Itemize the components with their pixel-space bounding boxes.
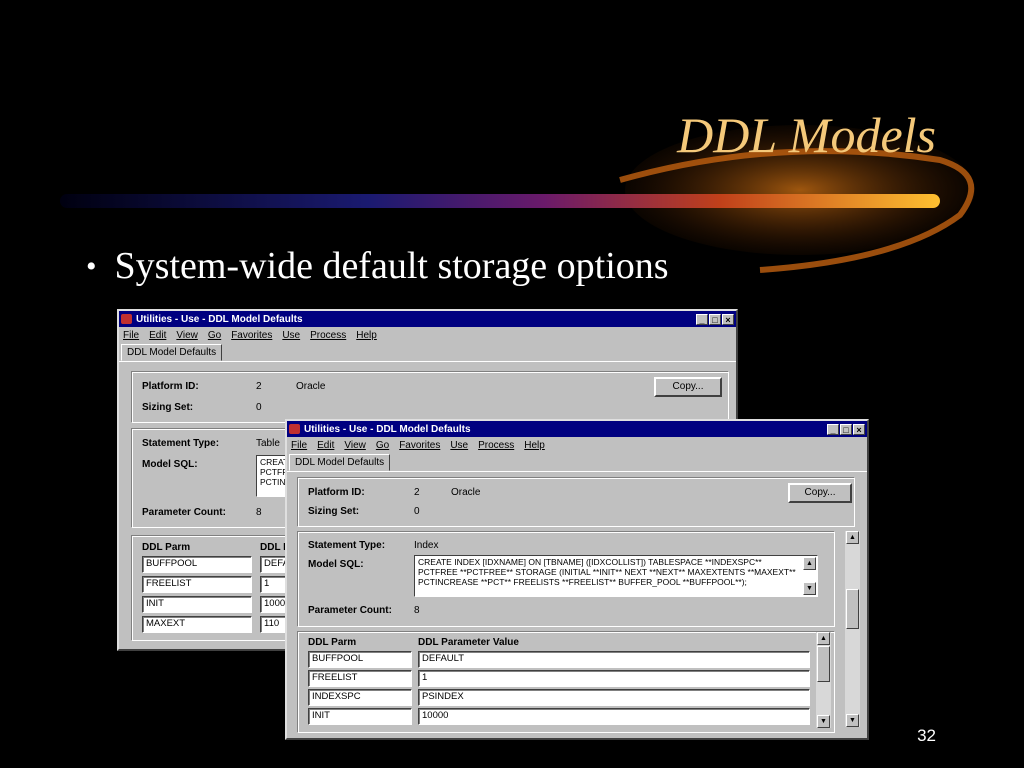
scroll-up-icon[interactable]: ▲ <box>803 557 816 570</box>
tab-row: DDL Model Defaults <box>119 343 736 362</box>
sizing-set-value: 0 <box>256 402 262 413</box>
menu-help[interactable]: Help <box>356 330 377 341</box>
menu-go[interactable]: Go <box>208 330 221 341</box>
sizing-set-label: Sizing Set: <box>142 402 194 413</box>
tab-row: DDL Model Defaults <box>287 453 867 472</box>
menu-use[interactable]: Use <box>450 440 468 451</box>
value-field[interactable]: PSINDEX <box>418 689 810 706</box>
scroll-thumb[interactable] <box>846 589 859 629</box>
menu-bar: File Edit View Go Favorites Use Process … <box>119 327 736 343</box>
menu-file[interactable]: File <box>291 440 307 451</box>
sql-line: PCTFREE **PCTFREE** STORAGE (INITIAL **I… <box>418 567 796 577</box>
copy-button[interactable]: Copy... <box>788 483 852 503</box>
slide-title: DDL Models <box>677 107 936 163</box>
front-window-titlebar[interactable]: Utilities - Use - DDL Model Defaults _ □… <box>287 421 867 437</box>
tab-ddl-model-defaults[interactable]: DDL Model Defaults <box>289 454 391 471</box>
front-window: Utilities - Use - DDL Model Defaults _ □… <box>285 419 869 740</box>
menu-process[interactable]: Process <box>478 440 514 451</box>
app-icon <box>289 424 300 434</box>
maximize-button[interactable]: □ <box>709 313 721 325</box>
close-button[interactable]: × <box>853 423 865 435</box>
statement-type-label: Statement Type: <box>308 540 386 551</box>
model-sql-textarea[interactable]: CREATE INDEX [IDXNAME] ON [TBNAME] ([IDX… <box>414 555 818 597</box>
menu-go[interactable]: Go <box>376 440 389 451</box>
parameter-count-value: 8 <box>256 507 262 518</box>
sizing-set-value: 0 <box>414 506 420 517</box>
statement-type-value: Table <box>256 438 280 449</box>
sql-line: CREATE INDEX [IDXNAME] ON [TBNAME] ([IDX… <box>418 557 762 567</box>
column-header-parm: DDL Parm <box>142 542 191 553</box>
window-vertical-scrollbar[interactable]: ▲ ▼ <box>845 531 860 727</box>
parm-field[interactable]: BUFFPOOL <box>308 651 412 668</box>
scroll-up-icon[interactable]: ▲ <box>817 632 830 645</box>
platform-id-value: 2 <box>256 381 262 392</box>
menu-process[interactable]: Process <box>310 330 346 341</box>
menu-favorites[interactable]: Favorites <box>399 440 440 451</box>
maximize-button[interactable]: □ <box>840 423 852 435</box>
platform-group: Platform ID: 2 Oracle Sizing Set: 0 Copy… <box>131 371 729 423</box>
bullet-item: • System-wide default storage options <box>86 244 669 290</box>
menu-edit[interactable]: Edit <box>149 330 166 341</box>
tab-ddl-model-defaults[interactable]: DDL Model Defaults <box>121 344 223 361</box>
column-header-value: DDL I <box>260 542 286 553</box>
platform-id-label: Platform ID: <box>142 381 199 392</box>
platform-group: Platform ID: 2 Oracle Sizing Set: 0 Copy… <box>297 477 855 527</box>
bullet-text: System-wide default storage options <box>114 245 669 287</box>
scroll-up-icon[interactable]: ▲ <box>846 531 859 544</box>
parm-field[interactable]: FREELIST <box>308 670 412 687</box>
model-sql-label: Model SQL: <box>142 459 198 470</box>
value-field[interactable]: 10000 <box>418 708 810 725</box>
scroll-down-icon[interactable]: ▼ <box>817 715 830 728</box>
scroll-thumb[interactable] <box>817 646 830 682</box>
parameter-count-label: Parameter Count: <box>308 605 392 616</box>
window-title: Utilities - Use - DDL Model Defaults <box>304 423 471 435</box>
minimize-button[interactable]: _ <box>696 313 708 325</box>
platform-name: Oracle <box>296 381 326 392</box>
platform-id-label: Platform ID: <box>308 487 365 498</box>
menu-favorites[interactable]: Favorites <box>231 330 272 341</box>
parameter-grid: DDL Parm DDL Parameter Value BUFFPOOL DE… <box>297 631 835 733</box>
bullet-dot: • <box>86 250 97 283</box>
parameter-count-label: Parameter Count: <box>142 507 226 518</box>
grid-vertical-scrollbar[interactable]: ▲ ▼ <box>816 632 831 728</box>
close-button[interactable]: × <box>722 313 734 325</box>
statement-type-value: Index <box>414 540 439 551</box>
value-field[interactable]: DEFAULT <box>418 651 810 668</box>
parm-field[interactable]: FREELIST <box>142 576 252 593</box>
platform-id-value: 2 <box>414 487 420 498</box>
statement-type-label: Statement Type: <box>142 438 220 449</box>
column-header-value: DDL Parameter Value <box>418 637 519 648</box>
menu-view[interactable]: View <box>176 330 198 341</box>
value-field[interactable]: 1 <box>418 670 810 687</box>
scroll-down-icon[interactable]: ▼ <box>846 714 859 727</box>
model-sql-label: Model SQL: <box>308 559 364 570</box>
parameter-count-value: 8 <box>414 605 420 616</box>
platform-name: Oracle <box>451 487 481 498</box>
parm-field[interactable]: INDEXSPC <box>308 689 412 706</box>
back-window-titlebar[interactable]: Utilities - Use - DDL Model Defaults _ □… <box>119 311 736 327</box>
minimize-button[interactable]: _ <box>827 423 839 435</box>
parm-field[interactable]: INIT <box>142 596 252 613</box>
parm-field[interactable]: BUFFPOOL <box>142 556 252 573</box>
scroll-down-icon[interactable]: ▼ <box>803 582 816 595</box>
column-header-parm: DDL Parm <box>308 637 357 648</box>
app-icon <box>121 314 132 324</box>
menu-edit[interactable]: Edit <box>317 440 334 451</box>
slide-number: 32 <box>917 726 936 745</box>
menu-use[interactable]: Use <box>282 330 300 341</box>
menu-help[interactable]: Help <box>524 440 545 451</box>
statement-group: Statement Type: Index Model SQL: CREATE … <box>297 531 835 627</box>
window-title: Utilities - Use - DDL Model Defaults <box>136 313 303 325</box>
menu-file[interactable]: File <box>123 330 139 341</box>
parm-field[interactable]: INIT <box>308 708 412 725</box>
sql-line: PCTINCREASE **PCT** FREELISTS **FREELIST… <box>418 577 747 587</box>
sizing-set-label: Sizing Set: <box>308 506 360 517</box>
copy-button[interactable]: Copy... <box>654 377 722 397</box>
parm-field[interactable]: MAXEXT <box>142 616 252 633</box>
menu-view[interactable]: View <box>344 440 366 451</box>
menu-bar: File Edit View Go Favorites Use Process … <box>287 437 867 453</box>
